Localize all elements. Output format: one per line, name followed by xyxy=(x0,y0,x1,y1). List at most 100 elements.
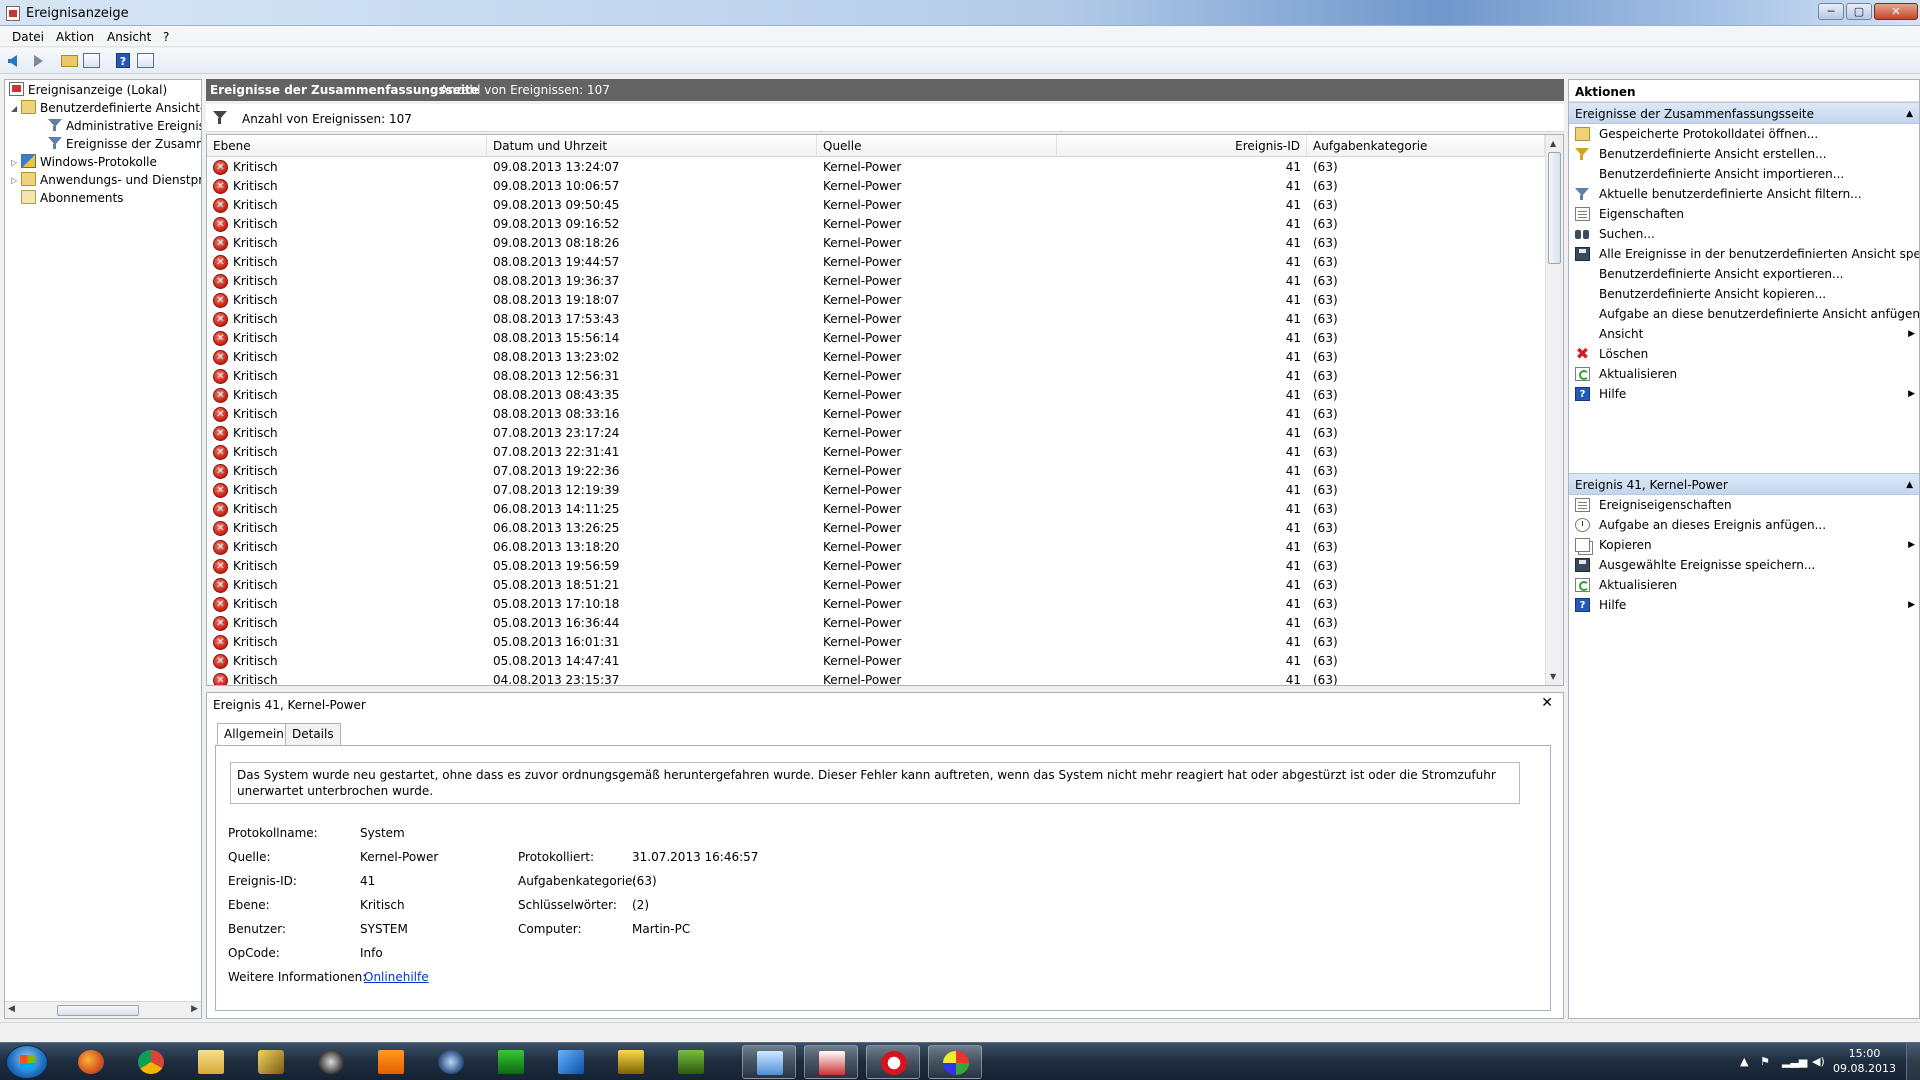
column-header-level[interactable]: Ebene xyxy=(207,135,487,157)
refresh-action[interactable]: Aktualisieren xyxy=(1569,575,1919,595)
column-header-event-id[interactable]: Ereignis-ID xyxy=(1057,135,1307,157)
table-row[interactable]: ✕ Kritisch 07.08.2013 19:22:36 Kernel-Power… xyxy=(207,462,1545,481)
table-row[interactable]: ✕ Kritisch 09.08.2013 13:24:07 Kernel-Power… xyxy=(207,158,1545,177)
table-row[interactable]: ✕ Kritisch 05.08.2013 18:51:21 Kernel-Power… xyxy=(207,576,1545,595)
back-button[interactable] xyxy=(6,52,26,70)
table-row[interactable]: ✕ Kritisch 06.08.2013 13:26:25 Kernel-Power… xyxy=(207,519,1545,538)
table-row[interactable]: ✕ Kritisch 09.08.2013 09:16:52 Kernel-Power… xyxy=(207,215,1545,234)
expand-triangle-icon[interactable]: ▷ xyxy=(11,154,21,171)
collapse-up-icon[interactable]: ▲ xyxy=(1906,474,1913,496)
menu-datei[interactable]: Datei xyxy=(12,30,44,44)
tree-item-summary-events[interactable]: Ereignisse der Zusammenfassungsseite xyxy=(47,136,201,153)
scroll-right-icon[interactable]: ▶ xyxy=(191,1004,198,1014)
help-toolbar-button[interactable]: ? xyxy=(114,52,134,70)
menu-ansicht[interactable]: Ansicht xyxy=(107,30,151,44)
network-signal-icon[interactable]: ▂▃▅ xyxy=(1782,1055,1807,1068)
filter-current-view-action[interactable]: Aktuelle benutzerdefinierte Ansicht filt… xyxy=(1569,184,1919,204)
minimize-button[interactable]: ─ xyxy=(1818,3,1844,20)
table-row[interactable]: ✕ Kritisch 06.08.2013 14:11:25 Kernel-Power… xyxy=(207,500,1545,519)
table-row[interactable]: ✕ Kritisch 08.08.2013 12:56:31 Kernel-Power… xyxy=(207,367,1545,386)
tree-horizontal-scrollbar[interactable]: ◀ ▶ xyxy=(5,1001,201,1018)
export-custom-view-action[interactable]: Benutzerdefinierte Ansicht exportieren..… xyxy=(1569,264,1919,284)
tree-item-subscriptions[interactable]: Abonnements xyxy=(21,190,123,207)
table-row[interactable]: ✕ Kritisch 05.08.2013 16:36:44 Kernel-Power… xyxy=(207,614,1545,633)
copy-action[interactable]: Kopieren ▶ xyxy=(1569,535,1919,555)
table-row[interactable]: ✕ Kritisch 09.08.2013 10:06:57 Kernel-Power… xyxy=(207,177,1545,196)
create-custom-view-action[interactable]: Benutzerdefinierte Ansicht erstellen... xyxy=(1569,144,1919,164)
start-button[interactable] xyxy=(6,1045,48,1079)
taskbar-app-5[interactable] xyxy=(304,1045,358,1079)
save-all-events-action[interactable]: Alle Ereignisse in der benutzerdefiniert… xyxy=(1569,244,1919,264)
table-row[interactable]: ✕ Kritisch 04.08.2013 23:15:37 Kernel-Power… xyxy=(207,671,1545,685)
table-row[interactable]: ✕ Kritisch 05.08.2013 19:56:59 Kernel-Power… xyxy=(207,557,1545,576)
taskbar-firefox[interactable] xyxy=(64,1045,118,1079)
attach-task-event-action[interactable]: Aufgabe an dieses Ereignis anfügen... xyxy=(1569,515,1919,535)
scroll-down-icon[interactable]: ▼ xyxy=(1550,672,1556,681)
tree-item-custom-views[interactable]: ◢ Benutzerdefinierte Ansichten xyxy=(11,100,201,117)
taskbar-app-11[interactable] xyxy=(664,1045,718,1079)
taskbar-app-8[interactable] xyxy=(484,1045,538,1079)
taskbar-opera[interactable] xyxy=(866,1045,920,1079)
view-submenu-action[interactable]: Ansicht ▶ xyxy=(1569,324,1919,344)
close-button[interactable]: ✕ xyxy=(1874,3,1918,20)
taskbar-paint[interactable] xyxy=(928,1045,982,1079)
column-header-datetime[interactable]: Datum und Uhrzeit xyxy=(487,135,817,157)
table-row[interactable]: ✕ Kritisch 08.08.2013 19:18:07 Kernel-Power… xyxy=(207,291,1545,310)
taskbar-app-9[interactable] xyxy=(544,1045,598,1079)
tree-item-admin-events[interactable]: Administrative Ereignisse xyxy=(47,118,201,135)
refresh-action[interactable]: Aktualisieren xyxy=(1569,364,1919,384)
actions-section-view[interactable]: Ereignisse der Zusammenfassungsseite ▲ xyxy=(1569,102,1919,125)
tab-general[interactable]: Allgemein xyxy=(217,723,291,746)
actions-section-event[interactable]: Ereignis 41, Kernel-Power ▲ xyxy=(1569,473,1919,496)
taskbar-event-viewer[interactable] xyxy=(804,1045,858,1079)
taskbar-vlc[interactable] xyxy=(364,1045,418,1079)
taskbar-explorer[interactable] xyxy=(184,1045,238,1079)
table-row[interactable]: ✕ Kritisch 07.08.2013 23:17:24 Kernel-Power… xyxy=(207,424,1545,443)
show-hidden-icons-icon[interactable]: ▲ xyxy=(1740,1055,1748,1068)
table-row[interactable]: ✕ Kritisch 07.08.2013 12:19:39 Kernel-Power… xyxy=(207,481,1545,500)
attach-task-view-action[interactable]: Aufgabe an diese benutzerdefinierte Ansi… xyxy=(1569,304,1919,324)
collapse-up-icon[interactable]: ▲ xyxy=(1906,103,1913,125)
taskbar-app-12[interactable] xyxy=(742,1045,796,1079)
column-header-task-category[interactable]: Aufgabenkategorie xyxy=(1307,135,1545,157)
table-row[interactable]: ✕ Kritisch 08.08.2013 08:33:16 Kernel-Power… xyxy=(207,405,1545,424)
table-row[interactable]: ✕ Kritisch 08.08.2013 19:44:57 Kernel-Power… xyxy=(207,253,1545,272)
find-action[interactable]: Suchen... xyxy=(1569,224,1919,244)
up-level-button[interactable] xyxy=(60,52,80,70)
event-properties-action[interactable]: Ereigniseigenschaften xyxy=(1569,495,1919,515)
tab-details[interactable]: Details xyxy=(285,723,341,745)
help-action[interactable]: ? Hilfe ▶ xyxy=(1569,384,1919,404)
scroll-up-icon[interactable]: ▲ xyxy=(1550,139,1556,148)
show-hide-action-pane-button[interactable] xyxy=(136,52,156,70)
taskbar-app-4[interactable] xyxy=(244,1045,298,1079)
table-row[interactable]: ✕ Kritisch 05.08.2013 16:01:31 Kernel-Power… xyxy=(207,633,1545,652)
delete-action[interactable]: ✖ Löschen xyxy=(1569,344,1919,364)
table-row[interactable]: ✕ Kritisch 06.08.2013 13:18:20 Kernel-Power… xyxy=(207,538,1545,557)
detail-close-icon[interactable]: ✕ xyxy=(1541,695,1553,711)
collapse-triangle-icon[interactable]: ◢ xyxy=(11,100,21,117)
save-selected-events-action[interactable]: Ausgewählte Ereignisse speichern... xyxy=(1569,555,1919,575)
taskbar-chrome[interactable] xyxy=(124,1045,178,1079)
forward-button[interactable] xyxy=(26,52,46,70)
properties-action[interactable]: Eigenschaften xyxy=(1569,204,1919,224)
menu-help[interactable]: ? xyxy=(163,30,169,44)
column-header-source[interactable]: Quelle xyxy=(817,135,1057,157)
scroll-thumb[interactable] xyxy=(1548,152,1561,264)
menu-aktion[interactable]: Aktion xyxy=(56,30,94,44)
expand-triangle-icon[interactable]: ▷ xyxy=(11,172,21,189)
tree-item-windows-logs[interactable]: ▷ Windows-Protokolle xyxy=(11,154,157,171)
tree-item-app-service-logs[interactable]: ▷ Anwendungs- und Dienstprotokolle xyxy=(11,172,201,189)
copy-custom-view-action[interactable]: Benutzerdefinierte Ansicht kopieren... xyxy=(1569,284,1919,304)
action-center-flag-icon[interactable]: ⚑ xyxy=(1760,1055,1770,1068)
import-custom-view-action[interactable]: Benutzerdefinierte Ansicht importieren..… xyxy=(1569,164,1919,184)
table-row[interactable]: ✕ Kritisch 08.08.2013 19:36:37 Kernel-Power… xyxy=(207,272,1545,291)
volume-icon[interactable]: ◀) xyxy=(1812,1055,1825,1068)
table-row[interactable]: ✕ Kritisch 08.08.2013 13:23:02 Kernel-Power… xyxy=(207,348,1545,367)
open-saved-log-action[interactable]: Gespeicherte Protokolldatei öffnen... xyxy=(1569,124,1919,144)
table-row[interactable]: ✕ Kritisch 09.08.2013 08:18:26 Kernel-Power… xyxy=(207,234,1545,253)
scroll-thumb[interactable] xyxy=(57,1005,139,1016)
table-row[interactable]: ✕ Kritisch 08.08.2013 08:43:35 Kernel-Power… xyxy=(207,386,1545,405)
table-row[interactable]: ✕ Kritisch 09.08.2013 09:50:45 Kernel-Power… xyxy=(207,196,1545,215)
table-row[interactable]: ✕ Kritisch 08.08.2013 17:53:43 Kernel-Power… xyxy=(207,310,1545,329)
tree-item-root[interactable]: Ereignisanzeige (Lokal) xyxy=(9,82,167,99)
